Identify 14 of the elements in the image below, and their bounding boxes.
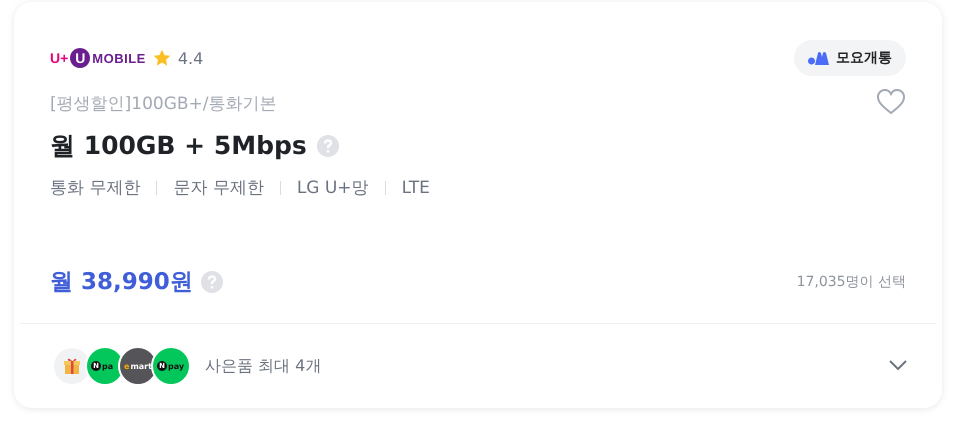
operator-badge: 모요개통 xyxy=(794,40,906,76)
feature-label: 문자 무제한 xyxy=(173,177,264,199)
rating: 4.4 xyxy=(178,48,204,68)
carrier-logo: U+ U MOBILE xyxy=(50,48,146,68)
feature-label: LTE xyxy=(402,178,430,198)
moyo-icon xyxy=(808,51,830,65)
gift-summary: 사은품 최대 4개 xyxy=(205,356,322,376)
price: 월 38,990원 xyxy=(50,268,193,297)
feature-label: 통화 무제한 xyxy=(50,177,140,199)
plan-title: 월 100GB + 5Mbps xyxy=(50,130,307,162)
subscriber-count: 17,035명이 선택 xyxy=(796,272,906,290)
feature-label: LG U+망 xyxy=(296,177,369,199)
plan-tag: [평생할인]100GB+/통화기본 xyxy=(50,92,277,115)
star-icon xyxy=(152,48,172,68)
